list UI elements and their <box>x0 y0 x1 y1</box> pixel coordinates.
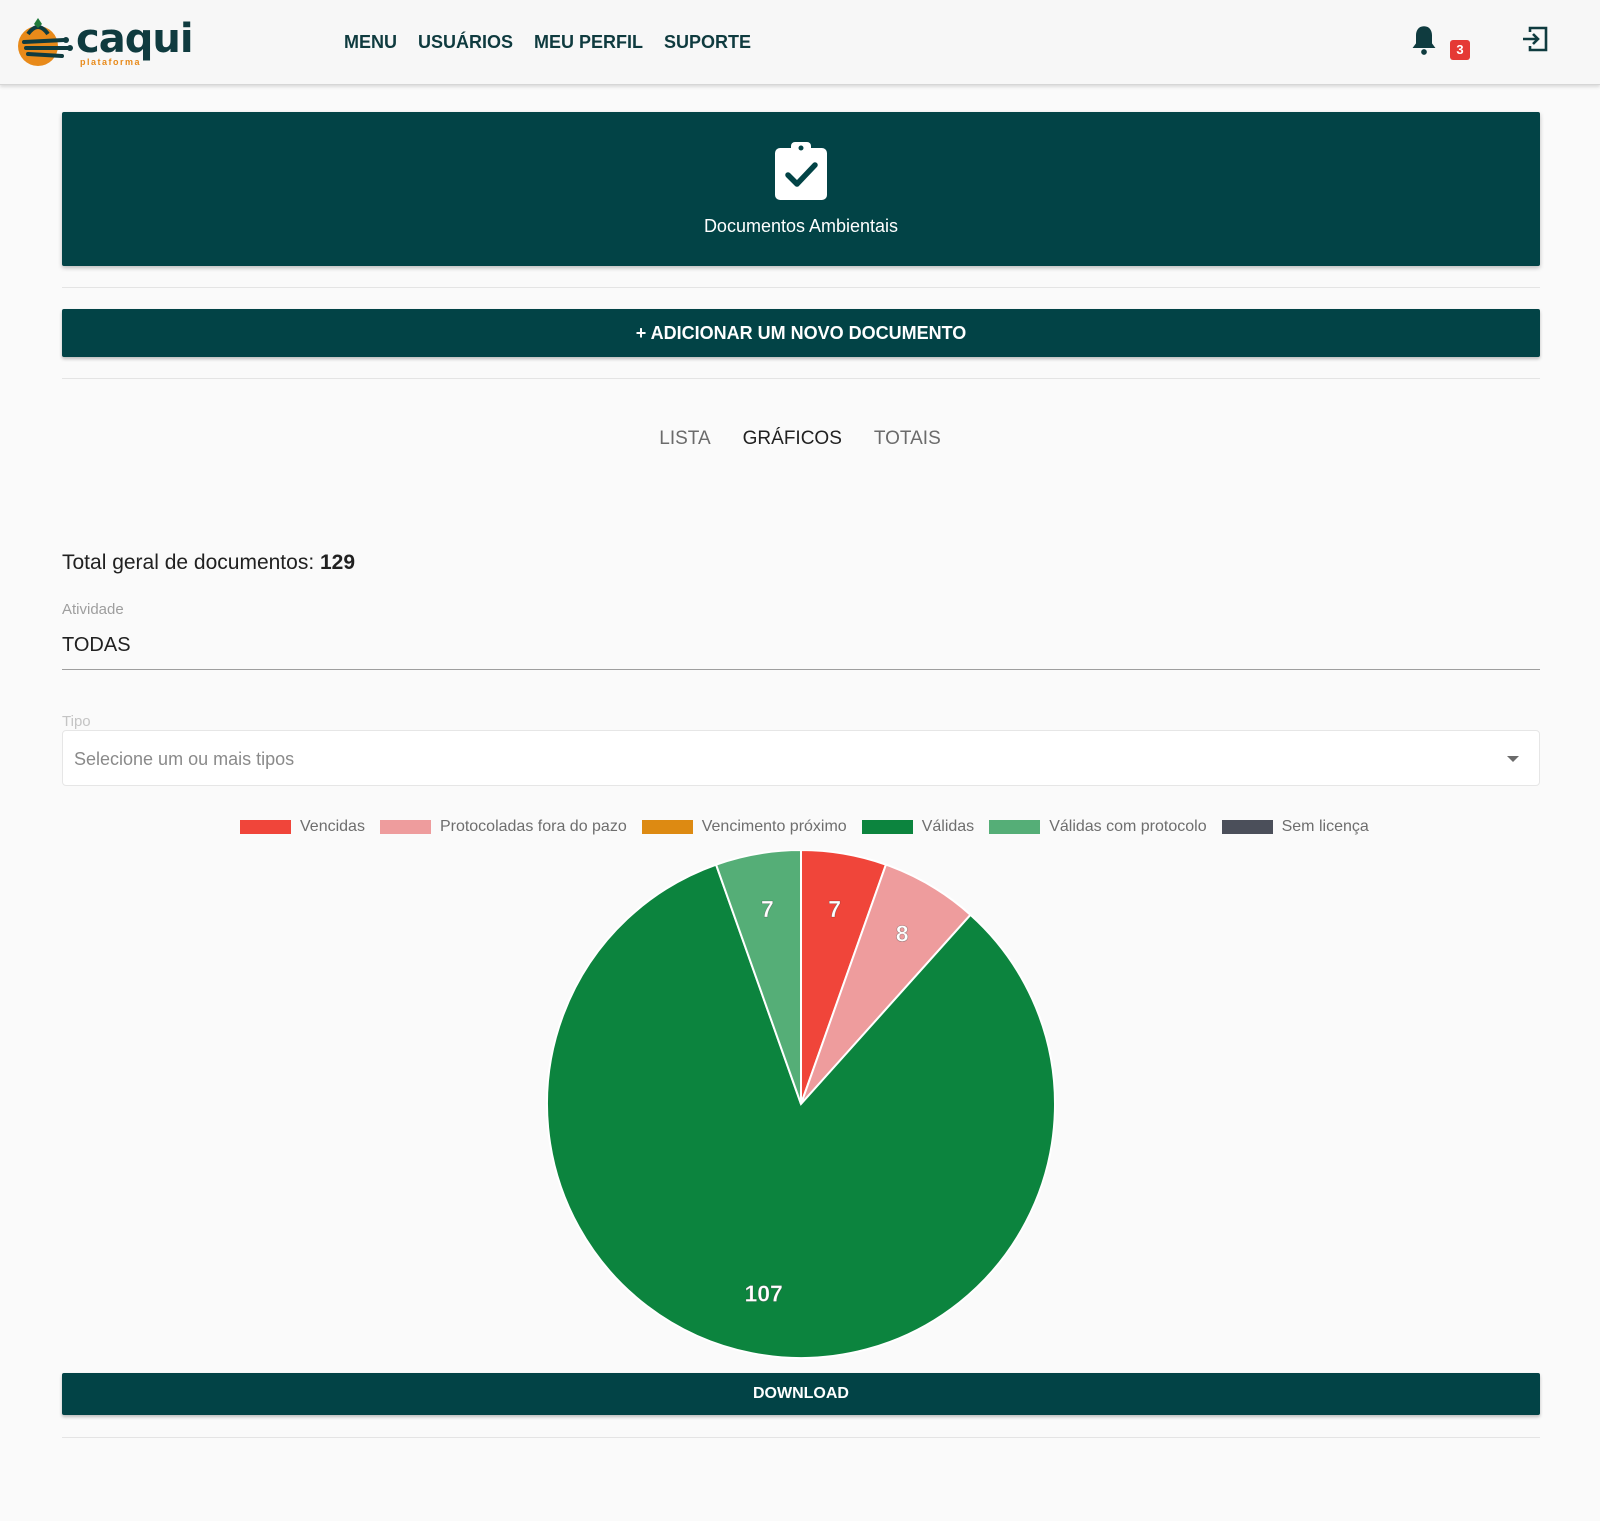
page-title: Documentos Ambientais <box>703 216 899 236</box>
caqui-logo[interactable]: caqui plataforma <box>14 14 194 70</box>
total-documents: Total geral de documentos: 129 <box>62 551 355 575</box>
legend-swatch <box>861 820 913 834</box>
divider <box>62 287 1540 288</box>
bell-icon[interactable] <box>1410 24 1438 56</box>
download-button[interactable]: DOWNLOAD <box>62 1373 1540 1415</box>
persimmon-icon <box>18 18 73 66</box>
logout-icon[interactable] <box>1520 24 1550 54</box>
documents-pie-chart: 7 8 107 7 <box>546 850 1056 1359</box>
legend-label: Válidas com protocolo <box>1049 818 1207 835</box>
chart-legend: Vencidas Protocoladas fora do pazo Vencime… <box>240 818 1369 836</box>
legend-item[interactable]: Válidas <box>861 818 975 836</box>
legend-label: Válidas <box>921 818 975 835</box>
legend-item[interactable]: Protocoladas fora do pazo <box>379 818 627 836</box>
legend-item[interactable]: Vencimento próximo <box>641 818 847 836</box>
tab-totais[interactable]: TOTAIS <box>874 428 941 450</box>
chevron-down-icon[interactable] <box>1507 756 1519 762</box>
legend-label: Sem licença <box>1281 818 1369 835</box>
tab-lista[interactable]: LISTA <box>659 428 710 450</box>
main-nav: MENU USUÁRIOS MEU PERFIL SUPORTE <box>344 32 751 53</box>
legend-swatch <box>240 820 291 834</box>
notification-badge: 3 <box>1450 40 1470 60</box>
divider <box>62 1437 1540 1438</box>
pie-data-label: 8 <box>896 921 909 947</box>
legend-label: Vencimento próximo <box>701 818 847 835</box>
legend-swatch <box>989 820 1041 834</box>
atividade-select[interactable]: TODAS <box>62 622 1540 670</box>
tipo-multiselect[interactable]: Selecione um ou mais tipos <box>62 730 1540 786</box>
divider <box>62 378 1540 379</box>
view-tabs: LISTA GRÁFICOS TOTAIS <box>0 428 1600 450</box>
legend-swatch <box>641 820 693 834</box>
logo-subtitle: plataforma <box>80 57 142 67</box>
tipo-placeholder: Selecione um ou mais tipos <box>74 749 295 769</box>
legend-item[interactable]: Vencidas <box>240 818 365 836</box>
nav-menu[interactable]: MENU <box>344 32 397 53</box>
top-bar: caqui plataforma MENU USUÁRIOS MEU PERFI… <box>0 0 1600 85</box>
logo-text: caqui <box>76 16 194 62</box>
nav-meu-perfil[interactable]: MEU PERFIL <box>534 32 643 53</box>
legend-swatch <box>379 820 431 834</box>
legend-swatch <box>1221 820 1273 834</box>
pie-data-label: 7 <box>761 896 774 922</box>
clipboard-check-icon <box>775 142 827 200</box>
legend-item[interactable]: Sem licença <box>1221 818 1369 836</box>
add-document-button[interactable]: + ADICIONAR UM NOVO DOCUMENTO <box>62 309 1540 357</box>
pie-data-label: 7 <box>828 896 841 922</box>
page-hero: Documentos Ambientais <box>62 112 1540 266</box>
atividade-label: Atividade <box>62 601 124 618</box>
nav-usuarios[interactable]: USUÁRIOS <box>418 32 513 53</box>
tab-graficos[interactable]: GRÁFICOS <box>743 428 842 450</box>
pie-data-label: 107 <box>744 1280 782 1306</box>
legend-item[interactable]: Válidas com protocolo <box>989 818 1207 836</box>
tipo-label: Tipo <box>62 713 91 730</box>
total-label: Total geral de documentos: <box>62 551 315 574</box>
legend-label: Protocoladas fora do pazo <box>439 818 627 835</box>
nav-suporte[interactable]: SUPORTE <box>664 32 751 53</box>
legend-label: Vencidas <box>300 818 365 835</box>
total-value: 129 <box>320 551 356 574</box>
